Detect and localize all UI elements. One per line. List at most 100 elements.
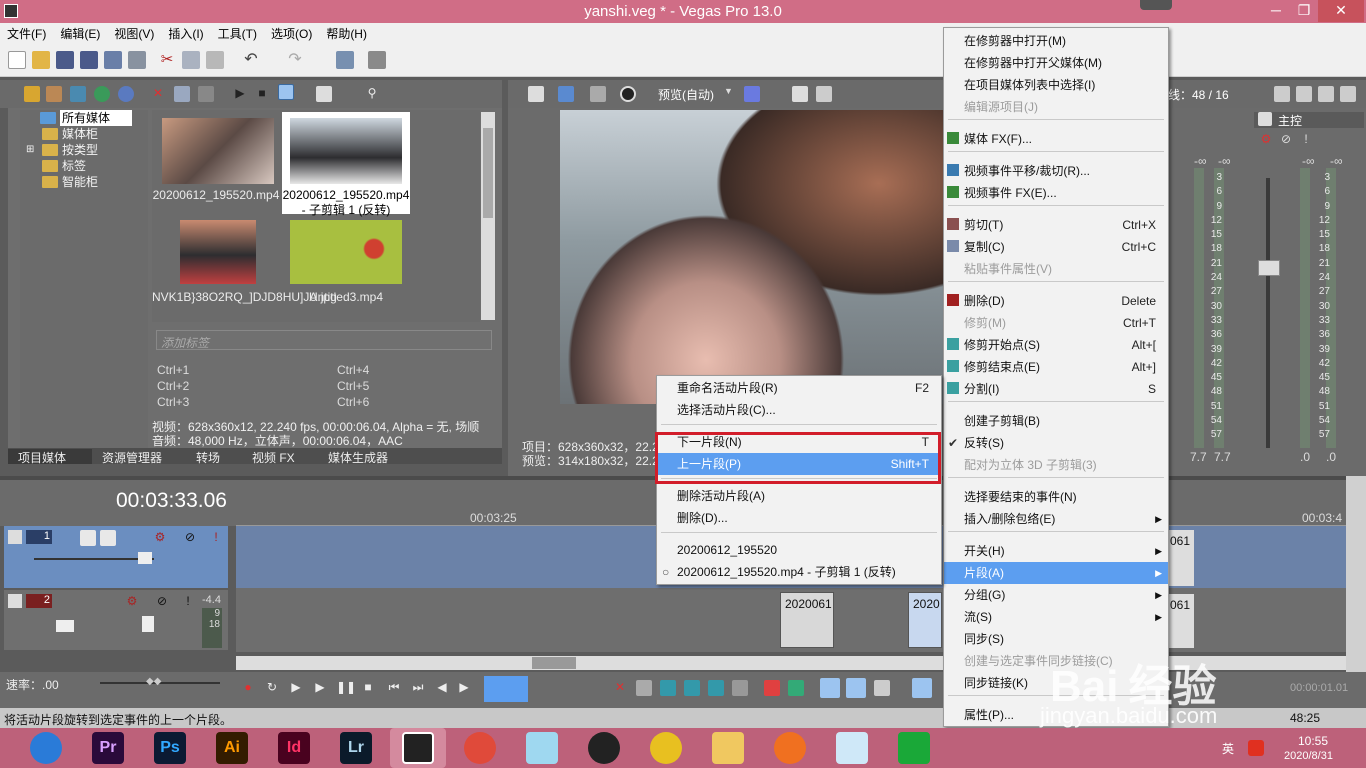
tree-item-smart-bins[interactable]: 智能柜 — [20, 174, 148, 190]
taskbar-app-orange[interactable] — [774, 732, 806, 764]
quality-dropdown-icon[interactable]: ▼ — [724, 86, 733, 96]
stop-icon[interactable]: ■ — [254, 86, 270, 102]
tree-item-bins[interactable]: 媒体柜 — [20, 126, 148, 142]
track-level-thumb[interactable] — [138, 552, 152, 564]
search-media-icon[interactable] — [118, 86, 134, 102]
delete-tool-icon[interactable]: ✕ — [612, 680, 628, 696]
restore-button[interactable]: ❐ — [1290, 0, 1318, 22]
ctx-item-0[interactable]: 在修剪器中打开(M) — [944, 30, 1168, 52]
tab-transitions[interactable]: 转场 — [196, 449, 220, 466]
transport-play-icon[interactable]: ▶ — [312, 680, 328, 696]
taskbar-app-green[interactable] — [898, 732, 930, 764]
ctx-item-10[interactable]: 删除(D) Delete — [944, 290, 1168, 312]
taskbar-explorer[interactable] — [712, 732, 744, 764]
video-clip-3[interactable]: 061 — [1168, 530, 1194, 586]
external-monitor-icon[interactable] — [558, 86, 574, 102]
vegas-icon[interactable] — [402, 732, 434, 764]
ctx-item-22[interactable]: 分组(G) ▶ — [944, 584, 1168, 606]
track-solo-icon[interactable]: ! — [208, 530, 224, 546]
audio-volume-thumb[interactable] — [56, 620, 74, 632]
lock-icon[interactable] — [732, 680, 748, 696]
trim-start-icon[interactable] — [660, 680, 676, 696]
split-view-icon[interactable] — [620, 86, 636, 102]
audio-clip-1[interactable]: 2020061 — [780, 592, 834, 648]
ctx-item-13[interactable]: 修剪结束点(E) Alt+] — [944, 356, 1168, 378]
master-solo-icon[interactable]: ! — [1298, 132, 1314, 148]
ctx-item-20[interactable]: 开关(H) ▶ — [944, 540, 1168, 562]
menu-edit[interactable]: 编辑(E) — [53, 23, 107, 42]
properties-icon[interactable] — [128, 51, 146, 69]
media-fx-icon[interactable] — [198, 86, 214, 102]
menu-help[interactable]: 帮助(H) — [319, 23, 374, 42]
taskbar-qq[interactable] — [588, 732, 620, 764]
master-fader[interactable] — [1258, 260, 1280, 276]
video-track-header[interactable]: 1 ⚙ ⊘ ! — [4, 526, 228, 588]
shortcut-1[interactable]: Ctrl+1 — [157, 362, 189, 378]
overlays-icon[interactable] — [744, 86, 760, 102]
save-snapshot-icon[interactable] — [816, 86, 832, 102]
take-item-6[interactable]: 20200612_195520 — [657, 539, 941, 561]
play-from-start-icon[interactable]: ▶ — [288, 680, 304, 696]
media-thumb-3[interactable] — [180, 220, 256, 284]
timeline-hscroll-thumb[interactable] — [532, 657, 576, 669]
shortcut-4[interactable]: Ctrl+4 — [337, 362, 369, 378]
mixer-view-icon[interactable] — [1340, 86, 1356, 102]
audio-track-mute-icon[interactable]: ⊘ — [154, 594, 170, 610]
master-mute-icon[interactable]: ⊘ — [1278, 132, 1294, 148]
record-icon[interactable]: ● — [240, 680, 256, 696]
menu-file[interactable]: 文件(F) — [0, 23, 53, 42]
marker-icon[interactable] — [764, 680, 780, 696]
event-lock-icon[interactable] — [912, 678, 932, 698]
take-item-5[interactable]: 删除(D)... — [657, 507, 941, 529]
ctx-item-16[interactable]: ✔ 反转(S) — [944, 432, 1168, 454]
shortcut-5[interactable]: Ctrl+5 — [337, 378, 369, 394]
save-as-icon[interactable] — [80, 51, 98, 69]
media-thumb-4[interactable] — [290, 220, 402, 284]
go-start-icon[interactable]: ⏮ — [386, 680, 402, 696]
timeline-vscroll[interactable] — [1346, 476, 1366, 672]
tab-video-fx[interactable]: 视频 FX — [252, 449, 295, 466]
ctx-item-24[interactable]: 同步(S) — [944, 628, 1168, 650]
track-gear-icon[interactable]: ⚙ — [152, 530, 168, 546]
mixer-fx-icon[interactable] — [1296, 86, 1312, 102]
tab-project-media[interactable]: 项目媒体 — [8, 449, 92, 465]
menu-insert[interactable]: 插入(I) — [161, 23, 210, 42]
trim-end-icon[interactable] — [684, 680, 700, 696]
audio-clip-3[interactable]: 061 — [1168, 594, 1194, 648]
menu-view[interactable]: 视图(V) — [107, 23, 161, 42]
help-pointer-icon[interactable] — [368, 51, 386, 69]
ctx-item-6[interactable]: 视频事件 FX(E)... — [944, 182, 1168, 204]
save-icon[interactable] — [56, 51, 74, 69]
track-level-slider[interactable] — [34, 558, 154, 560]
track-fx-icon[interactable] — [100, 530, 116, 546]
auto-crossfade-icon[interactable] — [846, 678, 866, 698]
ctx-item-2[interactable]: 在项目媒体列表中选择(I) — [944, 74, 1168, 96]
auto-ripple-icon[interactable] — [820, 678, 840, 698]
ctx-item-11[interactable]: 修剪(M) Ctrl+T — [944, 312, 1168, 334]
audio-track-header[interactable]: 2 ⚙ ⊘ ! -4.4 9 18 — [4, 590, 228, 650]
tree-item-by-type[interactable]: ⊞ 按类型 — [20, 142, 148, 158]
mixer-settings-icon[interactable] — [1318, 86, 1334, 102]
mixer-insert-bus-icon[interactable] — [1274, 86, 1290, 102]
new-icon[interactable] — [8, 51, 26, 69]
minimize-button[interactable]: ─ — [1262, 0, 1290, 22]
ctx-item-17[interactable]: 配对为立体 3D 子剪辑(3) — [944, 454, 1168, 476]
take-item-4[interactable]: 删除活动片段(A) — [657, 485, 941, 507]
ctx-item-19[interactable]: 插入/删除包络(E) ▶ — [944, 508, 1168, 530]
cut-icon[interactable]: ✂ — [158, 51, 176, 69]
preview-props-icon[interactable] — [528, 86, 544, 102]
tree-item-tags[interactable]: 标签 — [20, 158, 148, 174]
transport-stop-icon[interactable]: ■ — [360, 680, 376, 696]
taskbar-indesign[interactable]: Id — [278, 732, 310, 764]
ctx-item-18[interactable]: 选择要结束的事件(N) — [944, 486, 1168, 508]
loop-icon[interactable]: ↻ — [264, 680, 280, 696]
web-icon[interactable] — [94, 86, 110, 102]
region-icon[interactable] — [788, 680, 804, 696]
taskbar-lightroom[interactable]: Lr — [340, 732, 372, 764]
ctx-item-9[interactable]: 粘贴事件属性(V) — [944, 258, 1168, 280]
taskbar-illustrator[interactable]: Ai — [216, 732, 248, 764]
menu-tools[interactable]: 工具(T) — [211, 23, 264, 42]
normal-edit-tool-icon[interactable] — [484, 676, 528, 702]
shortcut-2[interactable]: Ctrl+2 — [157, 378, 189, 394]
auto-preview-icon[interactable] — [278, 84, 294, 100]
